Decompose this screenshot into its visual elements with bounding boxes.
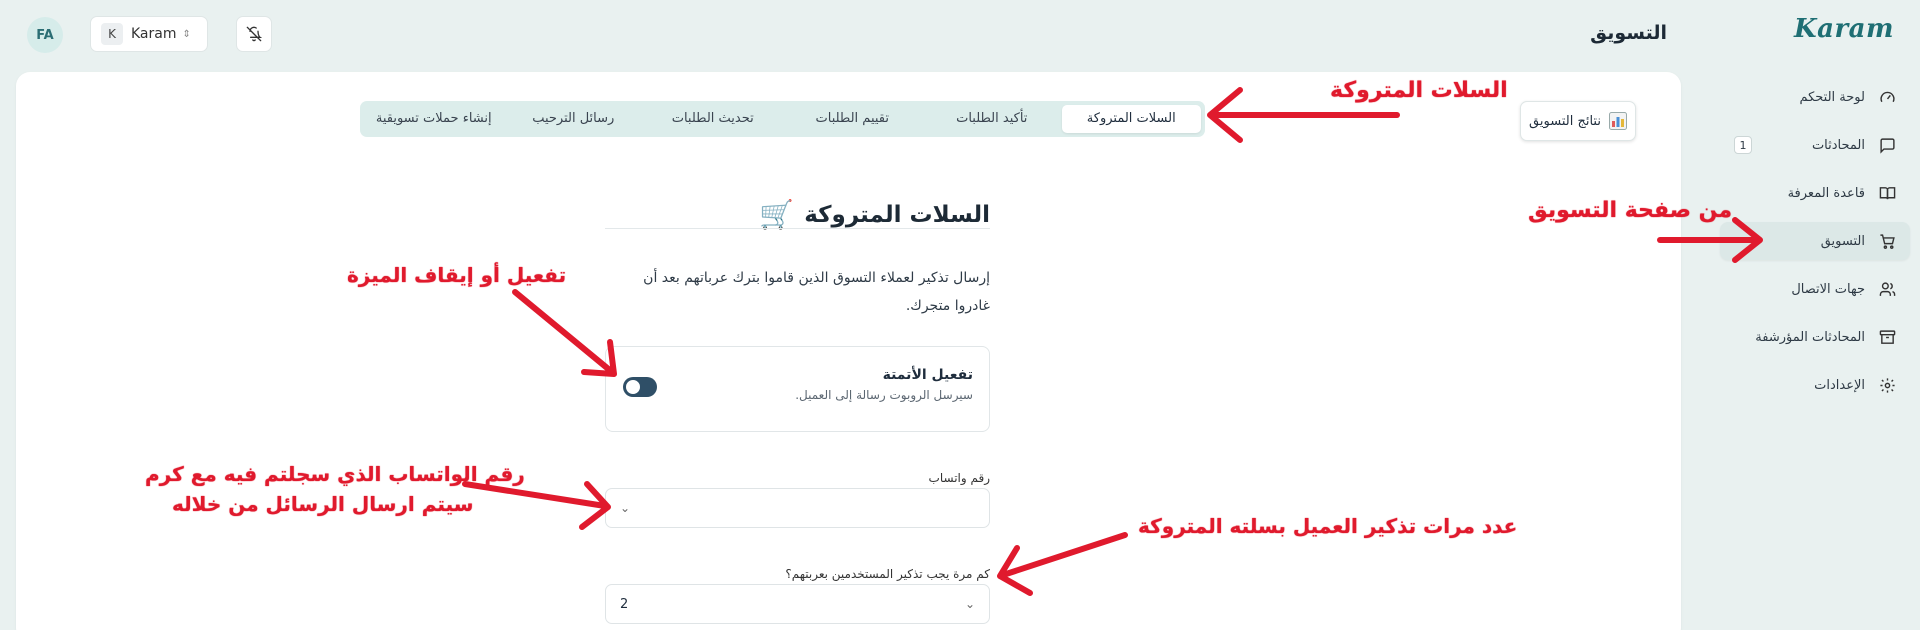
account-name: Karam (131, 26, 177, 42)
section-title-text: السلات المتروكة (804, 201, 990, 228)
notifications-off-button[interactable] (236, 16, 272, 52)
avatar[interactable]: FA (27, 17, 63, 53)
sidebar-item-conversations[interactable]: 1 المحادثات (1720, 126, 1910, 164)
gauge-icon (1880, 91, 1895, 102)
reminders-select[interactable]: 2 ⌄ (605, 584, 990, 624)
chevron-updown-icon: ⇕ (182, 28, 191, 40)
whatsapp-label: رقم واتساب (928, 471, 990, 485)
account-initial: K (101, 23, 123, 45)
cart-icon (1880, 233, 1895, 249)
sidebar-item-dashboard[interactable]: لوحة التحكم (1720, 78, 1910, 116)
tab-order-confirmation[interactable]: تأكيد الطلبات (922, 105, 1062, 133)
chevron-down-icon: ⌄ (620, 501, 631, 515)
whatsapp-select[interactable]: ⌄ (605, 488, 990, 528)
automation-toggle[interactable] (623, 377, 657, 397)
reminders-value: 2 (620, 596, 629, 612)
account-switcher[interactable]: K Karam ⇕ (90, 16, 208, 52)
sidebar-item-contacts[interactable]: جهات الاتصال (1720, 270, 1910, 308)
bar-chart-icon (1608, 112, 1627, 130)
sidebar-item-settings[interactable]: الإعدادات (1720, 366, 1910, 404)
sidebar-item-label: التسويق (1820, 233, 1865, 249)
annotation-from-marketing-page: من صفحة التسويق (1528, 198, 1733, 223)
marketing-tabs: السلات المتروكة تأكيد الطلبات تقييم الطل… (360, 101, 1205, 137)
sidebar-item-label: لوحة التحكم (1799, 89, 1865, 105)
bell-off-icon (246, 26, 262, 42)
sidebar-item-label: جهات الاتصال (1791, 281, 1865, 297)
reminders-label: كم مرة يجب تذكير المستخدمين بعربتهم؟ (785, 567, 990, 581)
annotation-abandoned-carts: السلات المتروكة (1330, 78, 1508, 103)
annotation-reminder-count: عدد مرات تذكير العميل بسلته المتروكة (1138, 514, 1518, 538)
karam-logo[interactable]: Karam (1794, 14, 1894, 44)
automation-title: تفعيل الأتمتة (882, 367, 973, 383)
automation-subtitle: سيرسل الروبوت رسالة إلى العميل. (795, 388, 973, 402)
archive-icon (1879, 329, 1896, 344)
page-title: التسويق (1590, 22, 1667, 44)
sidebar: لوحة التحكم 1 المحادثات قاعدة المعرفة ال… (1720, 78, 1910, 414)
annotation-whatsapp-line1: رقم الواتساب الذي سجلتم فيه مع كرم (145, 462, 525, 486)
tab-welcome-messages[interactable]: رسائل الترحيب (504, 105, 644, 133)
sidebar-item-label: المحادثات المؤرشفة (1755, 329, 1865, 345)
annotation-toggle-feature: تفعيل أو إيقاف الميزة (347, 263, 567, 287)
book-icon (1879, 186, 1896, 199)
sidebar-item-label: المحادثات (1811, 137, 1865, 153)
unread-badge: 1 (1734, 136, 1752, 154)
message-icon (1880, 137, 1895, 154)
shopping-cart-icon: 🛒 (759, 198, 795, 231)
tab-order-rating[interactable]: تقييم الطلبات (783, 105, 923, 133)
tab-order-updates[interactable]: تحديث الطلبات (643, 105, 783, 133)
top-bar: FA K Karam ⇕ التسويق Karam (0, 0, 1920, 70)
sidebar-item-marketing[interactable]: التسويق (1720, 222, 1910, 260)
annotation-whatsapp-line2: سيتم ارسال الرسائل من خلاله (172, 492, 474, 516)
sidebar-item-knowledge-base[interactable]: قاعدة المعرفة (1720, 174, 1910, 212)
users-icon (1879, 281, 1896, 296)
tab-create-campaigns[interactable]: إنشاء حملات تسويقية (364, 105, 504, 133)
section-title: السلات المتروكة 🛒 (605, 198, 990, 231)
tab-abandoned-carts[interactable]: السلات المتروكة (1061, 105, 1201, 133)
title-divider (605, 228, 990, 229)
automation-card: تفعيل الأتمتة سيرسل الروبوت رسالة إلى ال… (605, 346, 990, 432)
gear-icon (1880, 377, 1895, 393)
sidebar-item-label: الإعدادات (1814, 377, 1865, 393)
marketing-results-label: نتائج التسويق (1529, 113, 1601, 129)
marketing-results-button[interactable]: نتائج التسويق (1520, 101, 1636, 141)
toggle-knob (626, 380, 640, 394)
sidebar-item-label: قاعدة المعرفة (1787, 185, 1865, 201)
section-description: إرسال تذكير لعملاء التسوق الذين قاموا بت… (643, 270, 990, 314)
chevron-down-icon: ⌄ (964, 597, 975, 611)
sidebar-item-archived-conversations[interactable]: المحادثات المؤرشفة (1720, 318, 1910, 356)
